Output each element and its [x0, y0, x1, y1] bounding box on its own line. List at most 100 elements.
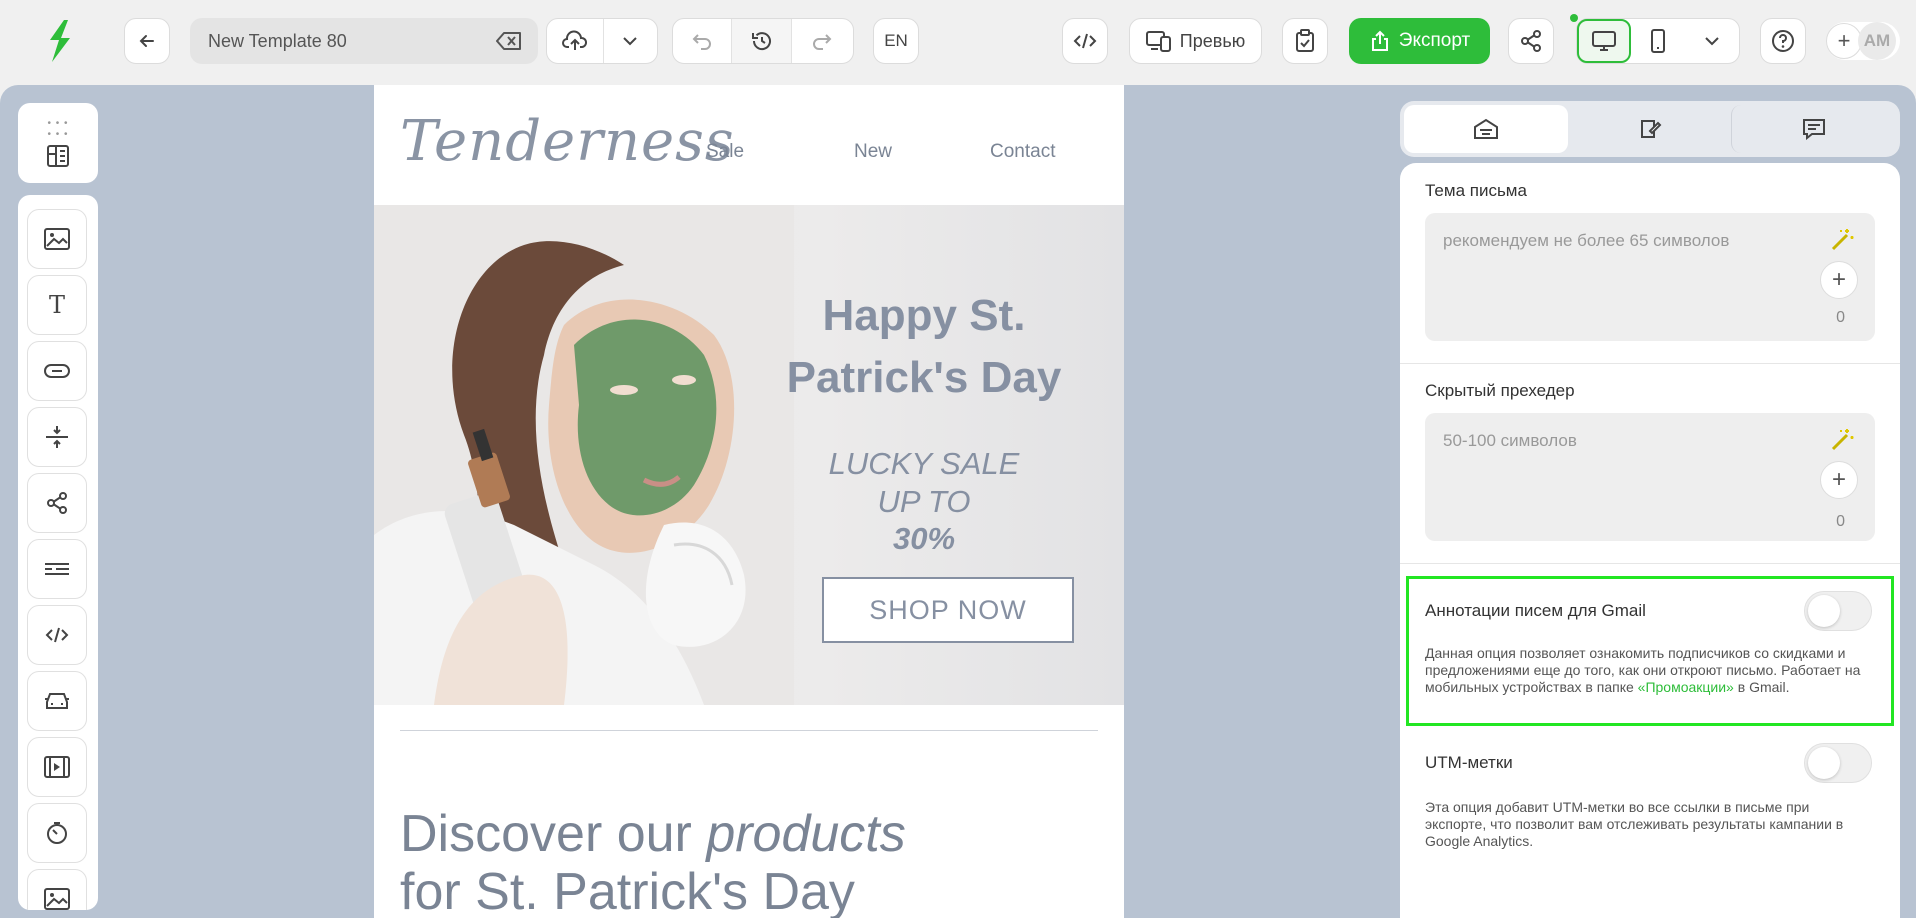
top-toolbar: New Template 80 EN Превью Экспорт + AM: [0, 0, 1916, 85]
drag-handle-icon[interactable]: • • • • • •: [47, 118, 68, 140]
code-icon: [45, 627, 69, 643]
magic-wand-icon[interactable]: [1829, 227, 1855, 253]
share-icon: [47, 492, 67, 514]
hero-sub-line1: LUCKY SALE: [828, 446, 1020, 481]
chevron-down-icon: [623, 37, 638, 46]
utm-description: Эта опция добавит UTM-метки во все ссылк…: [1425, 799, 1844, 849]
shop-now-button[interactable]: SHOP NOW: [822, 577, 1074, 643]
language-label: EN: [884, 31, 908, 50]
gmail-annotations-label: Аннотации писем для Gmail: [1425, 601, 1646, 620]
insert-variable-button[interactable]: +: [1820, 261, 1858, 299]
divider-block-button[interactable]: [27, 539, 87, 599]
clipboard-check-icon: [1296, 29, 1314, 52]
preheader-label: Скрытый прехедер: [1425, 381, 1575, 400]
hero-title[interactable]: Happy St. Patrick's Day: [774, 285, 1074, 409]
export-button[interactable]: Экспорт: [1349, 18, 1490, 64]
gmail-annotations-toggle[interactable]: [1804, 591, 1872, 631]
nav-link-contact[interactable]: Contact: [990, 141, 1055, 163]
preview-label: Превью: [1179, 30, 1246, 51]
mobile-view-button[interactable]: [1631, 19, 1685, 63]
save-options-dropdown[interactable]: [604, 19, 657, 63]
undo-button[interactable]: [673, 19, 733, 63]
share-icon: [1521, 30, 1541, 52]
tab-appearance[interactable]: [1568, 105, 1732, 153]
hero-subtitle[interactable]: LUCKY SALE UP TO: [774, 445, 1074, 521]
hero-title-line1: Happy St.: [822, 291, 1026, 340]
template-name-field[interactable]: New Template 80: [190, 18, 538, 64]
heading-text: Discover our: [400, 805, 707, 863]
hero-discount[interactable]: 30%: [774, 521, 1074, 557]
section-divider: [1400, 363, 1900, 364]
banner-block-button[interactable]: [27, 869, 87, 910]
save-cloud-group: [546, 18, 658, 64]
app-logo-icon[interactable]: [44, 18, 76, 64]
hero-sub-line2: UP TO: [877, 484, 971, 519]
heading-emphasis: products: [706, 805, 906, 863]
social-block-button[interactable]: [27, 473, 87, 533]
preheader-input[interactable]: 50-100 символов + 0: [1425, 413, 1875, 541]
heading-line2: for St. Patrick's Day: [400, 863, 855, 918]
language-button[interactable]: EN: [873, 18, 919, 64]
structures-panel-button[interactable]: • • • • • •: [18, 103, 98, 183]
spacer-block-button[interactable]: [27, 407, 87, 467]
redo-button[interactable]: [792, 19, 853, 63]
mobile-icon: [1651, 29, 1666, 53]
hero-banner[interactable]: Happy St. Patrick's Day LUCKY SALE UP TO…: [374, 205, 1124, 705]
text-block-button[interactable]: T: [27, 275, 87, 335]
export-label: Экспорт: [1398, 30, 1471, 51]
subject-input[interactable]: рекомендуем не более 65 символов + 0: [1425, 213, 1875, 341]
email-header[interactable]: Tenderness Sale New Contact: [374, 85, 1124, 205]
help-button[interactable]: [1760, 18, 1806, 64]
image-block-button[interactable]: [27, 209, 87, 269]
help-icon: [1772, 30, 1794, 52]
mail-settings-icon: [1473, 118, 1498, 139]
desktop-view-button[interactable]: [1577, 19, 1632, 63]
magic-wand-icon[interactable]: [1829, 427, 1855, 453]
gmail-annotations-description: Данная опция позволяет ознакомить подпис…: [1425, 645, 1865, 696]
cloud-upload-icon: [562, 30, 587, 50]
avatar[interactable]: AM: [1858, 22, 1896, 60]
button-icon: [44, 364, 70, 378]
text-icon: T: [48, 291, 65, 319]
nav-link-sale[interactable]: Sale: [706, 141, 744, 163]
timer-block-button[interactable]: [27, 803, 87, 863]
preheader-char-count: 0: [1836, 513, 1845, 530]
spacer-icon: [46, 426, 68, 448]
button-block-button[interactable]: [27, 341, 87, 401]
video-block-button[interactable]: [27, 737, 87, 797]
brand-logo[interactable]: Tenderness: [400, 109, 735, 174]
utm-toggle[interactable]: [1804, 743, 1872, 783]
clear-text-icon[interactable]: [496, 31, 522, 51]
add-collaborator-button[interactable]: +: [1826, 23, 1862, 59]
preview-button[interactable]: Превью: [1129, 18, 1262, 64]
arrow-left-icon: [139, 35, 154, 47]
tab-comments[interactable]: [1731, 105, 1896, 153]
image-icon: [44, 228, 70, 250]
products-heading[interactable]: Discover our products for St. Patrick's …: [400, 805, 906, 918]
back-button[interactable]: [124, 18, 170, 64]
divider-line[interactable]: [400, 730, 1098, 731]
amp-carousel-block-button[interactable]: [27, 671, 87, 731]
version-history-button[interactable]: [732, 19, 792, 63]
paint-icon: [1640, 120, 1661, 138]
email-canvas[interactable]: Tenderness Sale New Contact Happy St. Pa…: [374, 85, 1124, 918]
code-view-button[interactable]: [1062, 18, 1108, 64]
tab-email-settings[interactable]: [1404, 105, 1568, 153]
checklist-button[interactable]: [1282, 18, 1328, 64]
divider-icon: [45, 563, 69, 575]
promotions-link[interactable]: «Промоакции»: [1638, 679, 1734, 695]
car-icon: [45, 693, 69, 709]
share-button[interactable]: [1508, 18, 1554, 64]
hero-title-line2: Patrick's Day: [786, 353, 1062, 402]
device-switcher: [1576, 18, 1740, 64]
chevron-down-icon: [1705, 37, 1719, 46]
gmail-annotations-section: Аннотации писем для Gmail Данная опция п…: [1406, 576, 1894, 726]
nav-link-new[interactable]: New: [854, 141, 892, 163]
hero-photo[interactable]: [374, 205, 794, 705]
device-options-dropdown[interactable]: [1685, 19, 1739, 63]
html-block-button[interactable]: [27, 605, 87, 665]
subject-label: Тема письма: [1425, 181, 1527, 200]
template-name: New Template 80: [208, 30, 347, 51]
upload-cloud-button[interactable]: [547, 19, 604, 63]
insert-variable-button[interactable]: +: [1820, 461, 1858, 499]
